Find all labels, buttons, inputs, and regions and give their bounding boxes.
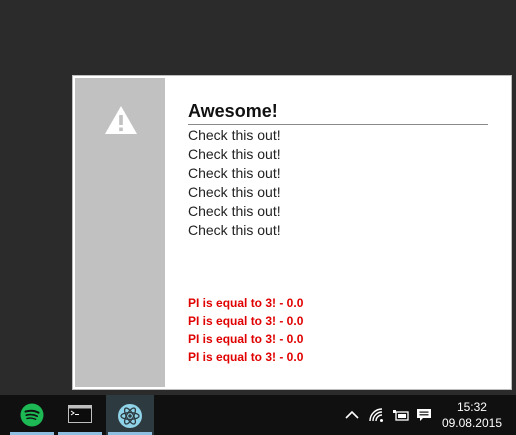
spotify-icon bbox=[20, 403, 44, 427]
wifi-icon[interactable] bbox=[368, 407, 386, 423]
electron-icon bbox=[118, 404, 142, 428]
error-list: PI is equal to 3! - 0.0 PI is equal to 3… bbox=[188, 294, 303, 366]
message-line: Check this out! bbox=[188, 184, 281, 200]
error-line: PI is equal to 3! - 0.0 bbox=[188, 296, 304, 310]
message-line: Check this out! bbox=[188, 203, 281, 219]
notification-side-panel bbox=[75, 78, 165, 387]
chevron-up-icon[interactable] bbox=[343, 407, 361, 423]
error-line: PI is equal to 3! - 0.0 bbox=[188, 314, 304, 328]
taskbar-app-electron[interactable] bbox=[106, 395, 154, 435]
notification-title: Awesome! bbox=[188, 98, 488, 125]
message-line: Check this out! bbox=[188, 127, 281, 143]
taskbar-app-terminal[interactable] bbox=[56, 395, 104, 435]
battery-icon[interactable] bbox=[392, 407, 410, 423]
error-line: PI is equal to 3! - 0.0 bbox=[188, 350, 304, 364]
notification-window[interactable]: Awesome! Check this out! Check this out!… bbox=[72, 75, 512, 390]
taskbar: 15:32 09.08.2015 bbox=[0, 395, 516, 435]
clock-time: 15:32 bbox=[456, 400, 487, 414]
clock-date: 09.08.2015 bbox=[441, 416, 502, 430]
message-line: Check this out! bbox=[188, 146, 281, 162]
notification-content: Awesome! Check this out! Check this out!… bbox=[188, 98, 488, 240]
error-line: PI is equal to 3! - 0.0 bbox=[188, 332, 304, 346]
terminal-icon bbox=[68, 405, 92, 423]
message-line: Check this out! bbox=[188, 222, 281, 238]
message-list: Check this out! Check this out! Check th… bbox=[188, 126, 488, 240]
warning-triangle-icon bbox=[105, 106, 137, 134]
action-center-icon[interactable] bbox=[415, 407, 433, 423]
message-line: Check this out! bbox=[188, 165, 281, 181]
taskbar-clock[interactable]: 15:32 09.08.2015 bbox=[442, 399, 502, 431]
taskbar-app-spotify[interactable] bbox=[8, 395, 56, 435]
